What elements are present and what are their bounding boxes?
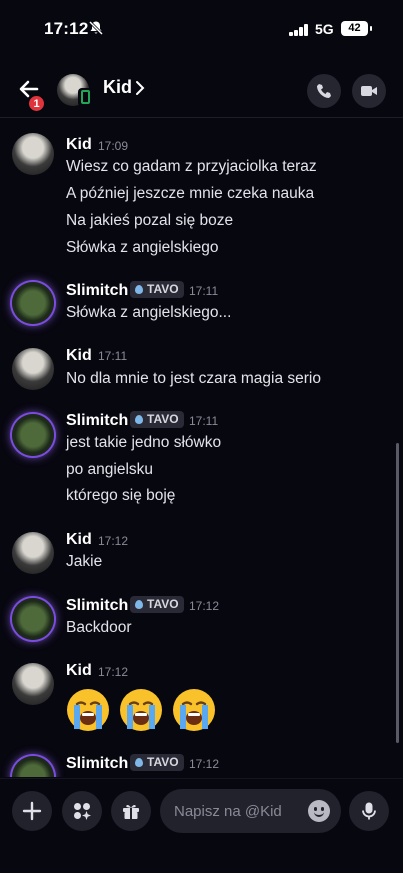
avatar[interactable]: [12, 532, 54, 574]
video-camera-icon: [361, 86, 377, 96]
message-author[interactable]: Slimitch: [66, 412, 128, 430]
avatar[interactable]: [12, 348, 54, 390]
avatar[interactable]: [12, 663, 54, 705]
avatar[interactable]: [12, 282, 54, 324]
avatar[interactable]: [12, 414, 54, 456]
guild-tag-badge[interactable]: TAVO: [130, 596, 184, 613]
channel-title[interactable]: Kid: [103, 77, 132, 98]
message-timestamp: 17:12: [98, 665, 129, 679]
call-button[interactable]: [307, 74, 341, 108]
message-timestamp: 17:12: [98, 534, 129, 548]
signal-icon: [289, 24, 309, 36]
message-text: jest takie jedno słówko: [66, 434, 222, 451]
message-timestamp: 17:12: [189, 599, 220, 613]
message-text: Na jakieś pozal się boze: [66, 212, 234, 229]
message-author[interactable]: Kid: [66, 136, 92, 154]
message-timestamp: 17:11: [98, 349, 128, 363]
message-text: Wiesz co gadam z przyjaciolka teraz: [66, 158, 317, 175]
message-author[interactable]: Slimitch: [66, 755, 128, 773]
avatar[interactable]: [12, 756, 54, 777]
add-attachment-button[interactable]: [12, 791, 52, 831]
scrollbar[interactable]: [396, 443, 399, 743]
gift-button[interactable]: [111, 791, 151, 831]
battery-icon: 42: [341, 21, 372, 36]
message-text: Jakie: [66, 553, 103, 570]
gift-icon: [123, 805, 139, 819]
message-author[interactable]: Slimitch: [66, 597, 128, 615]
message-text: No dla mnie to jest czara magia serio: [66, 370, 322, 387]
message-text: Backdoor: [66, 619, 132, 636]
message-input[interactable]: [160, 789, 341, 833]
message-text: po angielsku: [66, 461, 154, 478]
battery-level: 42: [348, 22, 361, 34]
apps-icon: [74, 803, 91, 820]
microphone-icon: [362, 802, 376, 820]
message-text: którego się boję: [66, 487, 176, 504]
message-timestamp: 17:09: [98, 139, 129, 153]
guild-tag-badge[interactable]: TAVO: [130, 281, 184, 298]
message-list[interactable]: Kid 17:09 Wiesz co gadam z przyjaciolka …: [0, 119, 403, 777]
plus-icon: [22, 801, 42, 821]
apps-button[interactable]: [62, 791, 102, 831]
video-call-button[interactable]: [352, 74, 386, 108]
mobile-status-icon: [78, 88, 93, 107]
message-author[interactable]: Slimitch: [66, 282, 128, 300]
loudly-crying-face-icon[interactable]: [65, 687, 111, 733]
guild-tag-badge[interactable]: TAVO: [130, 754, 184, 771]
message-text: Słówka z angielskiego...: [66, 304, 232, 321]
unread-badge: 1: [28, 95, 45, 112]
message-timestamp: 17:12: [189, 757, 220, 771]
avatar[interactable]: [12, 598, 54, 640]
message-author[interactable]: Kid: [66, 531, 92, 549]
message-text: Słówka z angielskiego: [66, 239, 219, 256]
message-text: A później jeszcze mnie czeka nauka: [66, 185, 315, 202]
message-timestamp: 17:11: [189, 414, 219, 428]
message-input-field[interactable]: [174, 789, 304, 833]
loudly-crying-face-icon[interactable]: [171, 687, 217, 733]
avatar[interactable]: [12, 133, 54, 175]
status-bar: 17:12 5G 42: [0, 0, 403, 58]
message-timestamp: 17:11: [189, 284, 219, 298]
message-composer: [0, 778, 403, 873]
phone-icon: [317, 84, 331, 98]
bell-muted-icon: [88, 20, 104, 36]
message-author[interactable]: Kid: [66, 347, 92, 365]
guild-tag-badge[interactable]: TAVO: [130, 411, 184, 428]
status-time: 17:12: [44, 19, 89, 38]
network-type: 5G: [315, 21, 334, 37]
smiley-icon[interactable]: [308, 800, 330, 822]
chat-header: 1 Kid: [0, 58, 403, 118]
voice-message-button[interactable]: [349, 791, 389, 831]
chevron-right-icon[interactable]: [134, 80, 146, 96]
message-author[interactable]: Kid: [66, 662, 92, 680]
loudly-crying-face-icon[interactable]: [118, 687, 164, 733]
